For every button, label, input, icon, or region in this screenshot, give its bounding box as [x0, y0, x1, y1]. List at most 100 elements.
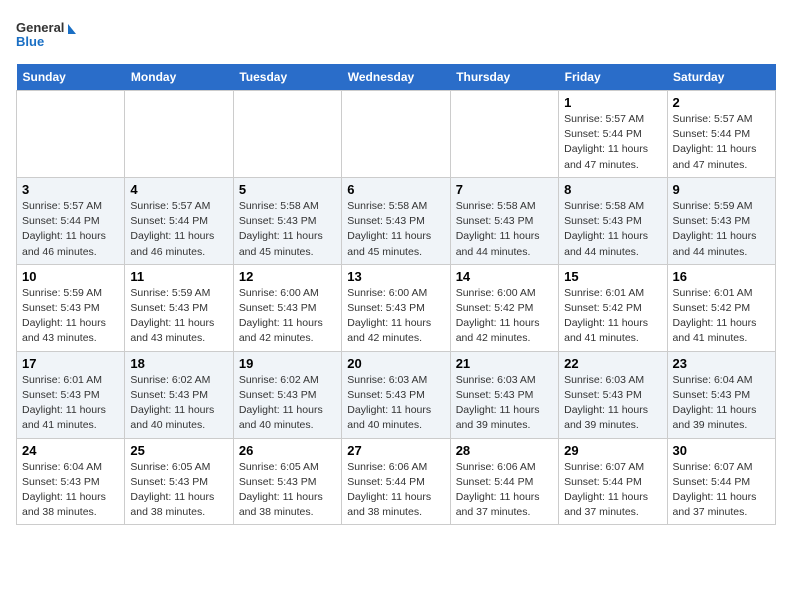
day-number: 24	[22, 443, 119, 458]
day-info: Sunrise: 6:04 AMSunset: 5:43 PMDaylight:…	[673, 373, 770, 434]
weekday-header: Monday	[125, 64, 233, 91]
day-info: Sunrise: 5:58 AMSunset: 5:43 PMDaylight:…	[456, 199, 553, 260]
calendar-cell: 7 Sunrise: 5:58 AMSunset: 5:43 PMDaylight…	[450, 177, 558, 264]
day-info: Sunrise: 6:01 AMSunset: 5:42 PMDaylight:…	[673, 286, 770, 347]
weekday-header: Tuesday	[233, 64, 341, 91]
calendar-cell	[450, 91, 558, 178]
calendar-cell	[17, 91, 125, 178]
logo-icon: General Blue	[16, 16, 76, 56]
day-info: Sunrise: 6:06 AMSunset: 5:44 PMDaylight:…	[347, 460, 444, 521]
day-number: 16	[673, 269, 770, 284]
svg-text:General: General	[16, 20, 64, 35]
calendar-week-row: 3Sunrise: 5:57 AMSunset: 5:44 PMDaylight…	[17, 177, 776, 264]
day-info: Sunrise: 5:57 AMSunset: 5:44 PMDaylight:…	[564, 112, 661, 173]
header-row: SundayMondayTuesdayWednesdayThursdayFrid…	[17, 64, 776, 91]
day-number: 2	[673, 95, 770, 110]
day-number: 25	[130, 443, 227, 458]
day-number: 14	[456, 269, 553, 284]
calendar-table: SundayMondayTuesdayWednesdayThursdayFrid…	[16, 64, 776, 525]
calendar-cell: 29Sunrise: 6:07 AMSunset: 5:44 PMDayligh…	[559, 438, 667, 525]
day-info: Sunrise: 6:03 AMSunset: 5:43 PMDaylight:…	[456, 373, 553, 434]
calendar-cell: 13 Sunrise: 6:00 AMSunset: 5:43 PMDayligh…	[342, 264, 450, 351]
calendar-cell: 2Sunrise: 5:57 AMSunset: 5:44 PMDaylight…	[667, 91, 775, 178]
day-number: 18	[130, 356, 227, 371]
calendar-cell: 21 Sunrise: 6:03 AMSunset: 5:43 PMDayligh…	[450, 351, 558, 438]
calendar-cell: 26 Sunrise: 6:05 AMSunset: 5:43 PMDayligh…	[233, 438, 341, 525]
day-info: Sunrise: 6:06 AMSunset: 5:44 PMDaylight:…	[456, 460, 553, 521]
calendar-cell: 14 Sunrise: 6:00 AMSunset: 5:42 PMDayligh…	[450, 264, 558, 351]
day-number: 26	[239, 443, 336, 458]
calendar-cell: 30Sunrise: 6:07 AMSunset: 5:44 PMDayligh…	[667, 438, 775, 525]
calendar-cell: 16 Sunrise: 6:01 AMSunset: 5:42 PMDayligh…	[667, 264, 775, 351]
weekday-header: Saturday	[667, 64, 775, 91]
day-info: Sunrise: 5:58 AMSunset: 5:43 PMDaylight:…	[239, 199, 336, 260]
day-number: 1	[564, 95, 661, 110]
calendar-cell	[342, 91, 450, 178]
day-number: 27	[347, 443, 444, 458]
day-info: Sunrise: 6:07 AMSunset: 5:44 PMDaylight:…	[673, 460, 770, 521]
day-number: 28	[456, 443, 553, 458]
day-info: Sunrise: 6:02 AMSunset: 5:43 PMDaylight:…	[239, 373, 336, 434]
calendar-cell: 5 Sunrise: 5:58 AMSunset: 5:43 PMDaylight…	[233, 177, 341, 264]
calendar-cell: 1 Sunrise: 5:57 AMSunset: 5:44 PMDaylight…	[559, 91, 667, 178]
day-info: Sunrise: 6:01 AMSunset: 5:42 PMDaylight:…	[564, 286, 661, 347]
calendar-cell: 20Sunrise: 6:03 AMSunset: 5:43 PMDayligh…	[342, 351, 450, 438]
calendar-cell: 12 Sunrise: 6:00 AMSunset: 5:43 PMDayligh…	[233, 264, 341, 351]
day-info: Sunrise: 6:00 AMSunset: 5:42 PMDaylight:…	[456, 286, 553, 347]
day-number: 21	[456, 356, 553, 371]
day-info: Sunrise: 5:57 AMSunset: 5:44 PMDaylight:…	[130, 199, 227, 260]
weekday-header: Wednesday	[342, 64, 450, 91]
day-number: 8	[564, 182, 661, 197]
day-info: Sunrise: 5:59 AMSunset: 5:43 PMDaylight:…	[130, 286, 227, 347]
calendar-cell: 9 Sunrise: 5:59 AMSunset: 5:43 PMDaylight…	[667, 177, 775, 264]
day-number: 17	[22, 356, 119, 371]
day-number: 19	[239, 356, 336, 371]
calendar-week-row: 24Sunrise: 6:04 AMSunset: 5:43 PMDayligh…	[17, 438, 776, 525]
day-info: Sunrise: 5:59 AMSunset: 5:43 PMDaylight:…	[673, 199, 770, 260]
day-info: Sunrise: 5:58 AMSunset: 5:43 PMDaylight:…	[564, 199, 661, 260]
calendar-cell: 4 Sunrise: 5:57 AMSunset: 5:44 PMDaylight…	[125, 177, 233, 264]
weekday-header: Thursday	[450, 64, 558, 91]
page-header: General Blue	[16, 16, 776, 56]
day-number: 4	[130, 182, 227, 197]
calendar-cell: 6Sunrise: 5:58 AMSunset: 5:43 PMDaylight…	[342, 177, 450, 264]
calendar-cell: 3Sunrise: 5:57 AMSunset: 5:44 PMDaylight…	[17, 177, 125, 264]
calendar-cell: 27 Sunrise: 6:06 AMSunset: 5:44 PMDayligh…	[342, 438, 450, 525]
day-info: Sunrise: 6:00 AMSunset: 5:43 PMDaylight:…	[347, 286, 444, 347]
day-info: Sunrise: 6:05 AMSunset: 5:43 PMDaylight:…	[239, 460, 336, 521]
day-number: 12	[239, 269, 336, 284]
day-number: 23	[673, 356, 770, 371]
day-number: 9	[673, 182, 770, 197]
day-info: Sunrise: 6:03 AMSunset: 5:43 PMDaylight:…	[564, 373, 661, 434]
day-number: 11	[130, 269, 227, 284]
calendar-cell: 23 Sunrise: 6:04 AMSunset: 5:43 PMDayligh…	[667, 351, 775, 438]
day-info: Sunrise: 5:57 AMSunset: 5:44 PMDaylight:…	[22, 199, 119, 260]
calendar-cell: 15 Sunrise: 6:01 AMSunset: 5:42 PMDayligh…	[559, 264, 667, 351]
day-info: Sunrise: 6:02 AMSunset: 5:43 PMDaylight:…	[130, 373, 227, 434]
calendar-cell: 19 Sunrise: 6:02 AMSunset: 5:43 PMDayligh…	[233, 351, 341, 438]
day-number: 15	[564, 269, 661, 284]
calendar-cell: 18 Sunrise: 6:02 AMSunset: 5:43 PMDayligh…	[125, 351, 233, 438]
calendar-cell: 10 Sunrise: 5:59 AMSunset: 5:43 PMDayligh…	[17, 264, 125, 351]
day-info: Sunrise: 5:59 AMSunset: 5:43 PMDaylight:…	[22, 286, 119, 347]
calendar-cell: 8 Sunrise: 5:58 AMSunset: 5:43 PMDaylight…	[559, 177, 667, 264]
calendar-cell: 28 Sunrise: 6:06 AMSunset: 5:44 PMDayligh…	[450, 438, 558, 525]
day-number: 10	[22, 269, 119, 284]
weekday-header: Friday	[559, 64, 667, 91]
svg-text:Blue: Blue	[16, 34, 44, 49]
calendar-cell: 25 Sunrise: 6:05 AMSunset: 5:43 PMDayligh…	[125, 438, 233, 525]
day-info: Sunrise: 6:07 AMSunset: 5:44 PMDaylight:…	[564, 460, 661, 521]
day-number: 5	[239, 182, 336, 197]
day-number: 13	[347, 269, 444, 284]
day-info: Sunrise: 6:01 AMSunset: 5:43 PMDaylight:…	[22, 373, 119, 434]
calendar-cell	[125, 91, 233, 178]
day-info: Sunrise: 6:00 AMSunset: 5:43 PMDaylight:…	[239, 286, 336, 347]
day-info: Sunrise: 5:58 AMSunset: 5:43 PMDaylight:…	[347, 199, 444, 260]
calendar-cell: 24Sunrise: 6:04 AMSunset: 5:43 PMDayligh…	[17, 438, 125, 525]
calendar-cell: 22 Sunrise: 6:03 AMSunset: 5:43 PMDayligh…	[559, 351, 667, 438]
day-number: 22	[564, 356, 661, 371]
calendar-week-row: 10 Sunrise: 5:59 AMSunset: 5:43 PMDayligh…	[17, 264, 776, 351]
calendar-week-row: 17 Sunrise: 6:01 AMSunset: 5:43 PMDayligh…	[17, 351, 776, 438]
day-number: 7	[456, 182, 553, 197]
day-info: Sunrise: 6:05 AMSunset: 5:43 PMDaylight:…	[130, 460, 227, 521]
